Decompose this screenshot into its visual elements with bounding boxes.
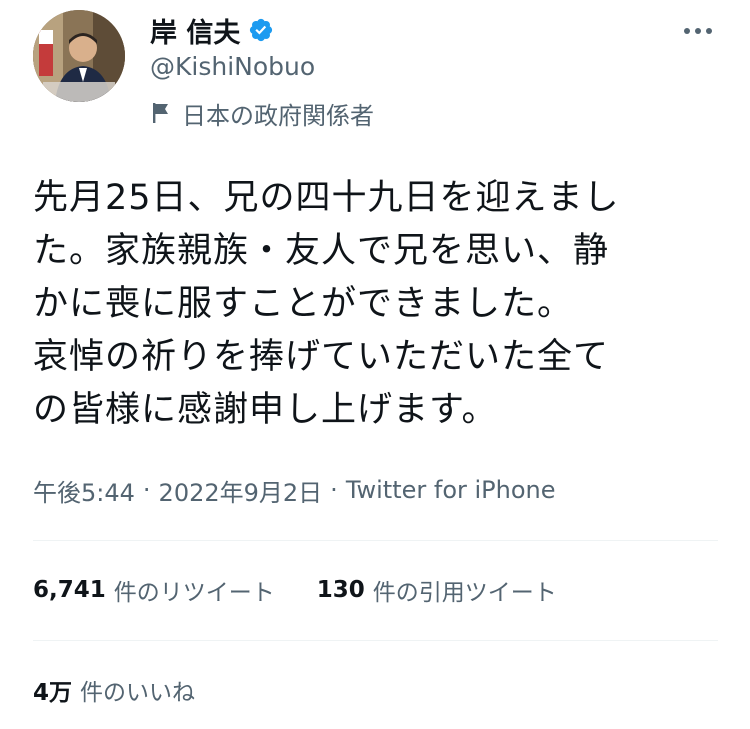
likes-label: 件のいいね (80, 680, 196, 706)
tweet-text-line: 哀悼の祈りを捧げていただいた全て (33, 337, 610, 377)
more-dot (684, 28, 690, 34)
engagement-stats: 6,741 件のリツイート 130 件の引用ツイート (33, 570, 599, 610)
divider (33, 540, 718, 541)
tweet-client[interactable]: Twitter for iPhone (346, 476, 556, 504)
quotes-stat[interactable]: 130 件の引用ツイート (317, 573, 557, 607)
retweets-label: 件のリツイート (113, 580, 275, 606)
retweets-count: 6,741 (33, 577, 106, 603)
more-options-icon[interactable] (678, 16, 718, 46)
likes-stats: 4万 件のいいね (33, 670, 237, 710)
user-display-name-row[interactable]: 岸 信夫 (150, 11, 274, 50)
affiliation-label: 日本の政府関係者 (150, 96, 374, 130)
user-handle[interactable]: @KishiNobuo (150, 52, 315, 81)
tweet-date[interactable]: 2022年9月2日 (159, 473, 323, 508)
divider (33, 640, 718, 641)
likes-count: 4万 (33, 680, 73, 706)
user-display-name[interactable]: 岸 信夫 (150, 11, 240, 50)
retweets-stat[interactable]: 6,741 件のリツイート (33, 573, 275, 607)
more-dot (706, 28, 712, 34)
quotes-count: 130 (316, 577, 365, 603)
meta-separator: · (330, 476, 338, 504)
tweet-time[interactable]: 午後5:44 (33, 473, 135, 508)
flag-icon (153, 103, 168, 123)
meta-separator: · (142, 476, 151, 504)
tweet-text-line: かに喪に服すことができました。 (33, 284, 574, 324)
verified-badge-icon (250, 18, 273, 42)
avatar[interactable] (33, 10, 125, 102)
avatar-image (33, 10, 125, 102)
affiliation-text: 日本の政府関係者 (182, 101, 374, 130)
tweet-text-line: 先月25日、兄の四十九日を迎えまし (33, 178, 620, 218)
more-dot (695, 28, 701, 34)
quotes-label: 件の引用ツイート (372, 580, 557, 606)
likes-stat[interactable]: 4万 件のいいね (33, 673, 195, 707)
tweet-text-line: た。家族親族・友人で兄を思い、静 (33, 231, 610, 271)
tweet-meta: 午後5:44 · 2022年9月2日 · Twitter for iPhone (33, 472, 556, 508)
tweet-text-line: の皆様に感謝申し上げます。 (33, 390, 498, 430)
tweet-text: 先月25日、兄の四十九日を迎えまし た。家族親族・友人で兄を思い、静 かに喪に服… (33, 172, 713, 437)
